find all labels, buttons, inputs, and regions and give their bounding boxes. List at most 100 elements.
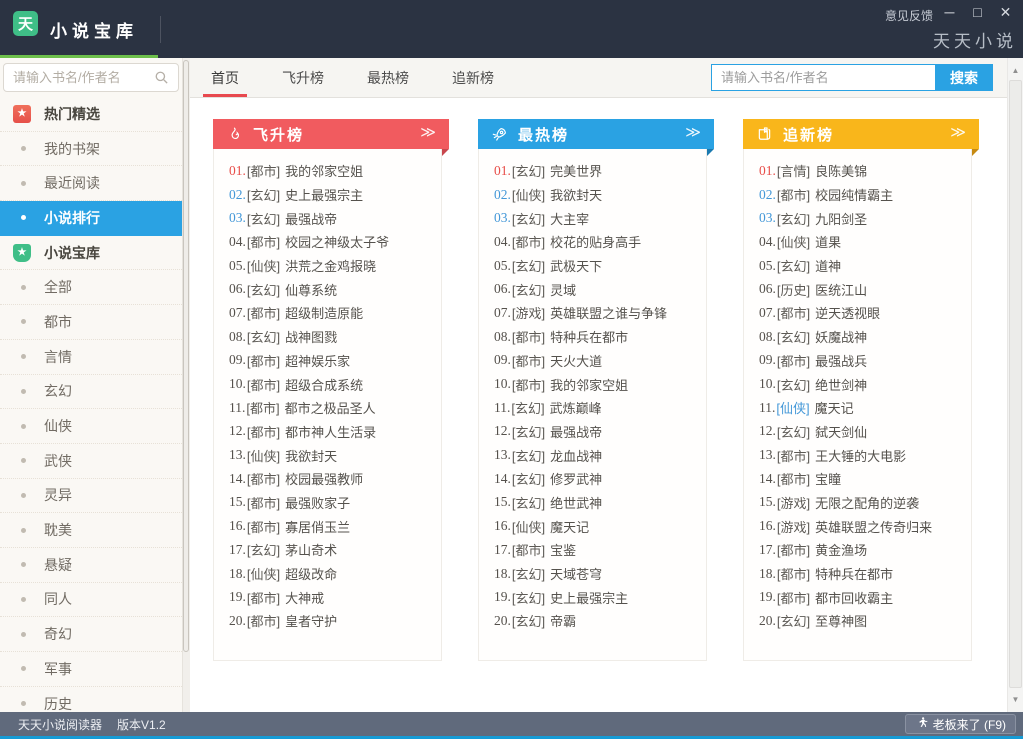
sidebar-item-10[interactable]: 武侠 <box>0 444 182 479</box>
rank-item[interactable]: 02.[玄幻]史上最强宗主 <box>214 183 441 207</box>
rank-item[interactable]: 19.[都市]都市回收霸主 <box>744 585 971 609</box>
rank-item[interactable]: 16.[仙侠]魔天记 <box>479 514 706 538</box>
rank-item[interactable]: 11.[仙侠]魔天记 <box>744 396 971 420</box>
sidebar-item-1[interactable]: 我的书架 <box>0 132 182 167</box>
sidebar-item-6[interactable]: 都市 <box>0 305 182 340</box>
rank-item[interactable]: 09.[都市]超神娱乐家 <box>214 349 441 373</box>
rank-item[interactable]: 13.[仙侠]我欲封天 <box>214 443 441 467</box>
sidebar-scrollbar-thumb[interactable] <box>183 60 189 652</box>
sidebar-item-0[interactable]: ★热门精选 <box>0 97 182 132</box>
sidebar-item-4[interactable]: ★小说宝库 <box>0 236 182 271</box>
more-chevron-icon[interactable]: ≫ <box>685 123 701 141</box>
rank-item[interactable]: 05.[仙侠]洪荒之金鸡报晓 <box>214 254 441 278</box>
search-icon[interactable] <box>154 70 169 90</box>
rank-item[interactable]: 01.[都市]我的邻家空姐 <box>214 159 441 183</box>
sidebar-item-9[interactable]: 仙侠 <box>0 409 182 444</box>
boss-key-button[interactable]: 老板来了 (F9) <box>905 714 1016 734</box>
rank-item[interactable]: 03.[玄幻]最强战帝 <box>214 206 441 230</box>
more-chevron-icon[interactable]: ≫ <box>950 123 966 141</box>
rank-item[interactable]: 10.[都市]我的邻家空姐 <box>479 372 706 396</box>
rank-item[interactable]: 06.[玄幻]灵域 <box>479 277 706 301</box>
rank-item[interactable]: 15.[都市]最强败家子 <box>214 491 441 515</box>
rank-item[interactable]: 15.[游戏]无限之配角的逆袭 <box>744 491 971 515</box>
sidebar-item-13[interactable]: 悬疑 <box>0 548 182 583</box>
sidebar-item-label: 奇幻 <box>44 624 72 644</box>
sidebar-scrollbar[interactable] <box>182 58 190 712</box>
sidebar-item-16[interactable]: 军事 <box>0 652 182 687</box>
top-search-input[interactable] <box>711 64 935 91</box>
rank-item[interactable]: 12.[都市]都市神人生活录 <box>214 420 441 444</box>
main-scrollbar[interactable]: ▲ ▼ <box>1007 58 1023 712</box>
tab-2[interactable]: 最热榜 <box>354 58 422 97</box>
rank-item[interactable]: 12.[玄幻]最强战帝 <box>479 420 706 444</box>
rank-item[interactable]: 17.[都市]宝鉴 <box>479 538 706 562</box>
rank-item[interactable]: 03.[玄幻]九阳剑圣 <box>744 206 971 230</box>
rank-item[interactable]: 13.[都市]王大锤的大电影 <box>744 443 971 467</box>
rank-item[interactable]: 12.[玄幻]弑天剑仙 <box>744 420 971 444</box>
rank-item[interactable]: 02.[都市]校园纯情霸主 <box>744 183 971 207</box>
scroll-up-icon[interactable]: ▲ <box>1008 66 1023 75</box>
rank-item[interactable]: 04.[都市]校花的贴身高手 <box>479 230 706 254</box>
rank-item[interactable]: 11.[玄幻]武炼巅峰 <box>479 396 706 420</box>
rank-item[interactable]: 02.[仙侠]我欲封天 <box>479 183 706 207</box>
rank-item[interactable]: 06.[历史]医统江山 <box>744 277 971 301</box>
more-chevron-icon[interactable]: ≫ <box>420 123 436 141</box>
sidebar-item-7[interactable]: 言情 <box>0 340 182 375</box>
rank-item[interactable]: 18.[玄幻]天域苍穹 <box>479 562 706 586</box>
rank-item[interactable]: 01.[言情]良陈美锦 <box>744 159 971 183</box>
sidebar-item-11[interactable]: 灵异 <box>0 479 182 514</box>
sidebar-search-input[interactable] <box>3 63 179 92</box>
scroll-down-icon[interactable]: ▼ <box>1008 695 1023 704</box>
rank-item[interactable]: 15.[玄幻]绝世武神 <box>479 491 706 515</box>
sidebar-item-12[interactable]: 耽美 <box>0 513 182 548</box>
rank-item[interactable]: 20.[玄幻]至尊神图 <box>744 609 971 633</box>
rank-item[interactable]: 18.[都市]特种兵在都市 <box>744 562 971 586</box>
rank-item[interactable]: 04.[都市]校园之神级太子爷 <box>214 230 441 254</box>
rank-item[interactable]: 10.[都市]超级合成系统 <box>214 372 441 396</box>
rank-item[interactable]: 11.[都市]都市之极品圣人 <box>214 396 441 420</box>
sidebar-item-8[interactable]: 玄幻 <box>0 375 182 410</box>
rank-item[interactable]: 07.[游戏]英雄联盟之谁与争锋 <box>479 301 706 325</box>
rank-item[interactable]: 09.[都市]最强战兵 <box>744 349 971 373</box>
rank-item[interactable]: 17.[都市]黄金渔场 <box>744 538 971 562</box>
sidebar-item-2[interactable]: 最近阅读 <box>0 166 182 201</box>
sidebar-item-5[interactable]: 全部 <box>0 270 182 305</box>
main-scrollbar-thumb[interactable] <box>1009 80 1022 688</box>
rank-item[interactable]: 19.[玄幻]史上最强宗主 <box>479 585 706 609</box>
rank-item[interactable]: 08.[都市]特种兵在都市 <box>479 325 706 349</box>
rank-item[interactable]: 07.[都市]逆天透视眼 <box>744 301 971 325</box>
rank-item[interactable]: 14.[都市]宝瞳 <box>744 467 971 491</box>
rank-item[interactable]: 20.[玄幻]帝霸 <box>479 609 706 633</box>
rank-item[interactable]: 03.[玄幻]大主宰 <box>479 206 706 230</box>
search-button[interactable]: 搜索 <box>935 64 993 91</box>
rank-item[interactable]: 18.[仙侠]超级改命 <box>214 562 441 586</box>
close-button[interactable]: ✕ <box>998 3 1013 21</box>
rank-item[interactable]: 04.[仙侠]道果 <box>744 230 971 254</box>
rank-item[interactable]: 05.[玄幻]道神 <box>744 254 971 278</box>
sidebar-item-15[interactable]: 奇幻 <box>0 617 182 652</box>
sidebar-item-14[interactable]: 同人 <box>0 583 182 618</box>
tab-0[interactable]: 首页 <box>198 58 252 97</box>
rank-item[interactable]: 13.[玄幻]龙血战神 <box>479 443 706 467</box>
rank-item[interactable]: 14.[玄幻]修罗武神 <box>479 467 706 491</box>
rank-item[interactable]: 17.[玄幻]茅山奇术 <box>214 538 441 562</box>
rank-item[interactable]: 07.[都市]超级制造原能 <box>214 301 441 325</box>
rank-item[interactable]: 16.[游戏]英雄联盟之传奇归来 <box>744 514 971 538</box>
rank-item[interactable]: 20.[都市]皇者守护 <box>214 609 441 633</box>
feedback-link[interactable]: 意见反馈 <box>885 7 933 24</box>
rank-item[interactable]: 01.[玄幻]完美世界 <box>479 159 706 183</box>
tab-1[interactable]: 飞升榜 <box>269 58 337 97</box>
minimize-button[interactable]: ─ <box>942 3 957 21</box>
rank-item[interactable]: 10.[玄幻]绝世剑神 <box>744 372 971 396</box>
rank-item[interactable]: 05.[玄幻]武极天下 <box>479 254 706 278</box>
rank-item[interactable]: 19.[都市]大神戒 <box>214 585 441 609</box>
rank-item[interactable]: 16.[都市]寡居俏玉兰 <box>214 514 441 538</box>
sidebar-item-3[interactable]: 小说排行 <box>0 201 182 236</box>
rank-item[interactable]: 06.[玄幻]仙尊系统 <box>214 277 441 301</box>
rank-item[interactable]: 09.[都市]天火大道 <box>479 349 706 373</box>
rank-item[interactable]: 08.[玄幻]妖魔战神 <box>744 325 971 349</box>
rank-item[interactable]: 14.[都市]校园最强教师 <box>214 467 441 491</box>
maximize-button[interactable]: □ <box>970 3 985 21</box>
tab-3[interactable]: 追新榜 <box>439 58 507 97</box>
rank-item[interactable]: 08.[玄幻]战神图戮 <box>214 325 441 349</box>
